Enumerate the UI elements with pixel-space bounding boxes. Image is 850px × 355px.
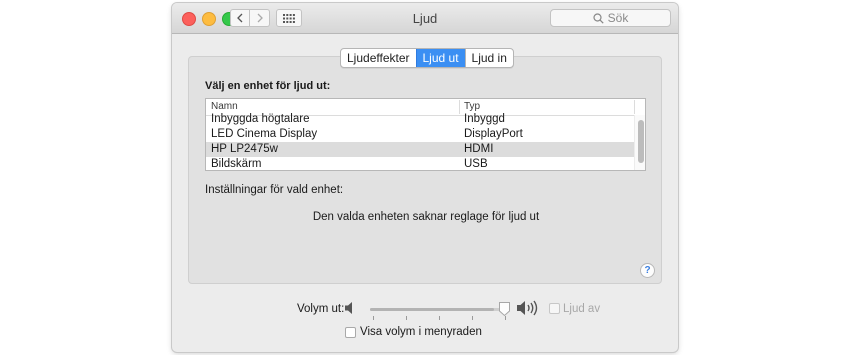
- mute-label: Ljud av: [563, 303, 601, 315]
- sound-preferences-window: Ljud Sök Ljudeffekter Ljud ut Ljud in Vä…: [172, 3, 678, 352]
- column-divider: [634, 100, 635, 114]
- table-row[interactable]: Bildskärm USB: [206, 157, 634, 170]
- help-icon[interactable]: ?: [640, 263, 655, 278]
- scrollbar-thumb[interactable]: [638, 120, 644, 163]
- volume-tick: [406, 316, 407, 320]
- device-name: LED Cinema Display: [211, 128, 318, 140]
- volume-slider-knob[interactable]: [498, 301, 511, 317]
- show-volume-in-menubar-checkbox[interactable]: [345, 327, 356, 338]
- show-volume-in-menubar-label: Visa volym i menyraden: [360, 326, 482, 338]
- tab-bar: Ljudeffekter Ljud ut Ljud in: [340, 48, 514, 68]
- table-scrollbar[interactable]: [634, 115, 645, 170]
- speaker-low-icon[interactable]: [344, 301, 356, 315]
- column-header-name[interactable]: Namn: [211, 101, 238, 112]
- table-row[interactable]: Inbyggda högtalare Inbyggd: [206, 112, 634, 127]
- volume-tick: [373, 316, 374, 320]
- table-row[interactable]: LED Cinema Display DisplayPort: [206, 127, 634, 142]
- tab-input[interactable]: Ljud in: [464, 49, 513, 67]
- selected-device-settings-label: Inställningar för vald enhet:: [205, 184, 344, 196]
- device-type: Inbyggd: [464, 113, 505, 125]
- no-controls-message: Den valda enheten saknar reglage för lju…: [312, 211, 540, 223]
- device-type: DisplayPort: [464, 128, 523, 140]
- search-field[interactable]: Sök: [550, 9, 671, 27]
- tab-sound-effects[interactable]: Ljudeffekter: [341, 49, 416, 67]
- device-type: USB: [464, 158, 488, 170]
- search-placeholder: Sök: [607, 11, 629, 25]
- device-list-heading: Välj en enhet för ljud ut:: [205, 80, 331, 92]
- output-panel: Välj en enhet för ljud ut: Namn Typ Inby…: [188, 56, 662, 284]
- search-icon: [593, 12, 604, 24]
- table-row-selected[interactable]: HP LP2475w HDMI: [206, 142, 634, 157]
- volume-slider-fill: [370, 308, 495, 311]
- device-type: HDMI: [464, 143, 494, 155]
- volume-slider[interactable]: [370, 308, 508, 311]
- volume-tick: [439, 316, 440, 320]
- device-name: Bildskärm: [211, 158, 262, 170]
- column-header-type[interactable]: Typ: [464, 101, 480, 112]
- output-device-table[interactable]: Namn Typ Inbyggda högtalare Inbyggd LED …: [205, 98, 646, 171]
- device-name: Inbyggda högtalare: [211, 113, 310, 125]
- device-name: HP LP2475w: [211, 143, 278, 155]
- mute-checkbox[interactable]: [549, 303, 560, 314]
- output-volume-label: Volym ut:: [297, 303, 345, 315]
- volume-tick: [472, 316, 473, 320]
- title-bar: Ljud Sök: [172, 3, 678, 34]
- tab-output[interactable]: Ljud ut: [415, 49, 465, 67]
- speaker-high-icon[interactable]: [516, 299, 542, 317]
